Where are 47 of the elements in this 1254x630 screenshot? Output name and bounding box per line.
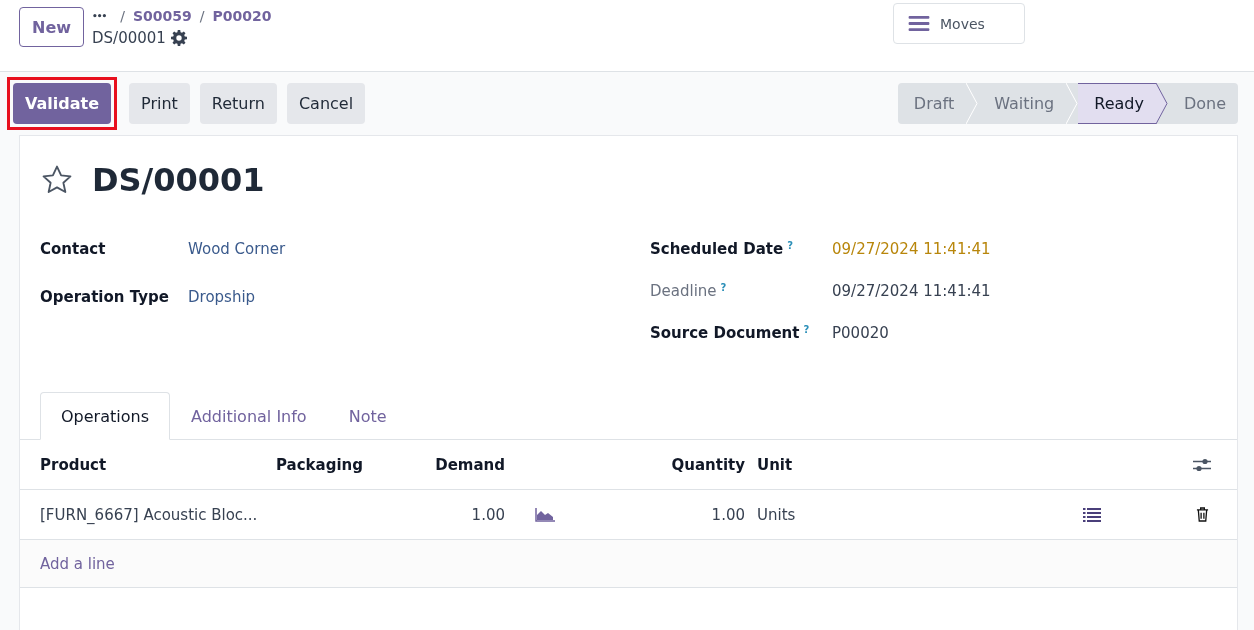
field-value[interactable]: Wood Corner: [188, 240, 286, 258]
tab[interactable]: Additional Info: [169, 392, 328, 440]
validate-button[interactable]: Validate: [13, 83, 112, 124]
moves-button[interactable]: Moves: [893, 3, 1025, 44]
field-label: Contact: [40, 240, 107, 258]
tab[interactable]: Operations: [40, 392, 170, 440]
new-button[interactable]: New: [19, 7, 85, 47]
breadcrumb-separator: /: [120, 8, 125, 24]
table-cell[interactable]: [FURN_6667] Acoustic Bloc...: [40, 505, 276, 524]
column-header[interactable]: Demand: [435, 455, 505, 474]
add-line-link[interactable]: Add a line: [40, 554, 115, 573]
action-button[interactable]: Cancel: [286, 83, 366, 124]
breadcrumb-separator: /: [199, 8, 205, 24]
column-header[interactable]: Quantity: [671, 455, 745, 474]
settings-icon[interactable]: [170, 30, 187, 46]
breadcrumb-more[interactable]: •••: [92, 11, 107, 21]
help-tooltip[interactable]: ?: [720, 282, 727, 293]
action-button[interactable]: Return: [199, 83, 277, 124]
action-button[interactable]: Print: [129, 83, 190, 124]
column-header[interactable]: Unit: [745, 455, 1067, 474]
field-label: Scheduled Date: [650, 240, 784, 258]
table-cell[interactable]: Units: [745, 505, 1067, 524]
table-cell[interactable]: 1.00: [471, 505, 505, 524]
menu-icon: [908, 15, 930, 32]
column-header[interactable]: Packaging: [276, 455, 425, 474]
trash-icon[interactable]: [1195, 507, 1209, 522]
field-label: Operation Type: [40, 288, 170, 306]
status-step[interactable]: Done: [1167, 83, 1238, 124]
forecast-chart-icon[interactable]: [535, 507, 555, 522]
field-label: Source Document: [650, 324, 800, 342]
breadcrumb-link[interactable]: S00059: [133, 8, 192, 24]
column-settings-icon[interactable]: [1193, 457, 1211, 472]
tab[interactable]: Note: [327, 392, 408, 440]
table-cell[interactable]: 1.00: [711, 505, 745, 524]
list-icon[interactable]: [1083, 507, 1101, 522]
breadcrumb-current: DS/00001: [92, 29, 166, 47]
field-value[interactable]: Dropship: [188, 288, 256, 306]
field-value[interactable]: 09/27/2024 11:41:41: [832, 282, 991, 300]
breadcrumb-link[interactable]: P00020: [212, 8, 272, 24]
status-step[interactable]: Waiting: [978, 83, 1067, 124]
field-label: Deadline: [650, 282, 717, 300]
column-header[interactable]: Product: [40, 455, 276, 474]
field-value[interactable]: P00020: [832, 324, 889, 342]
help-tooltip[interactable]: ?: [803, 324, 810, 335]
help-tooltip[interactable]: ?: [787, 240, 793, 251]
record-title: DS/00001: [92, 161, 265, 199]
status-step[interactable]: Draft: [897, 83, 967, 124]
